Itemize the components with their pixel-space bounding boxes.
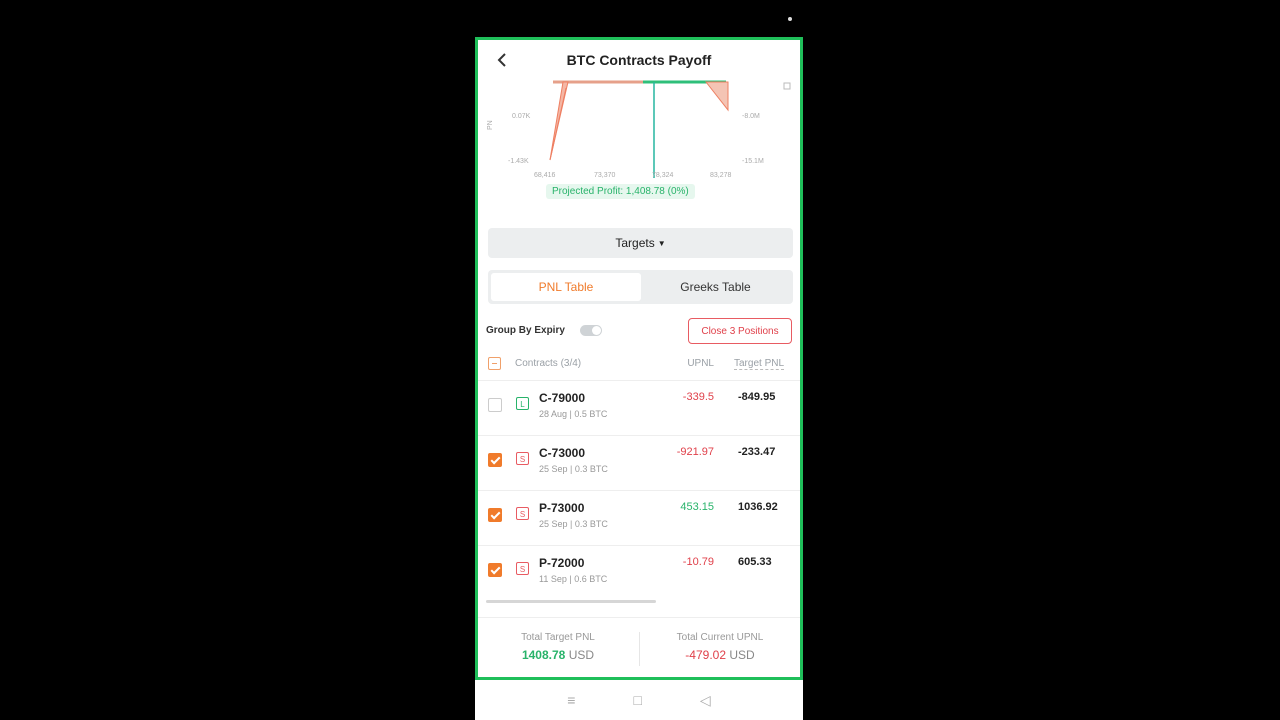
row-target-pnl: -233.47 <box>738 446 776 458</box>
contract-details: 11 Sep | 0.6 BTC <box>539 574 608 584</box>
contract-details: 28 Aug | 0.5 BTC <box>539 409 608 419</box>
horizontal-scrollbar[interactable] <box>486 600 656 603</box>
total-target-value: 1408.78 <box>521 648 566 662</box>
caret-down-icon: ▼ <box>657 239 666 248</box>
tab-pnl-table[interactable]: PNL Table <box>491 273 641 301</box>
header-target-pnl: Target PNL <box>734 358 785 370</box>
chart-x-tick-1: 68,416 <box>534 172 556 179</box>
status-dot <box>788 17 792 21</box>
total-current-value: -479.02 <box>685 648 726 662</box>
row-checkbox[interactable] <box>488 453 502 467</box>
row-checkbox[interactable] <box>488 398 502 412</box>
home-icon[interactable]: □ <box>633 692 641 708</box>
row-checkbox[interactable] <box>488 563 502 577</box>
payoff-chart[interactable]: PN 0.07K -1.43K -8.0M -15.1M 68,416 73,3… <box>478 80 800 198</box>
row-upnl: 453.15 <box>680 501 714 513</box>
row-checkbox[interactable] <box>488 508 502 522</box>
chart-fullscreen-icon[interactable] <box>783 82 791 90</box>
close-positions-button[interactable]: Close 3 Positions <box>688 318 792 344</box>
contract-name: P-73000 <box>539 501 585 515</box>
table-tabs: PNL Table Greeks Table <box>488 270 793 304</box>
chart-left-tick-1: 0.07K <box>512 113 531 120</box>
row-upnl: -339.5 <box>682 391 714 403</box>
table-row[interactable]: S P-73000 25 Sep | 0.3 BTC 453.15 1036.9… <box>478 490 800 546</box>
total-current-upnl: Total Current UPNL -479.02 USD <box>640 632 800 662</box>
chart-right-tick-1: -8.0M <box>742 113 760 120</box>
chart-axis-label: PN <box>487 120 494 130</box>
total-current-label: Total Current UPNL <box>676 632 764 643</box>
chart-right-tick-2: -15.1M <box>742 158 764 165</box>
system-nav-bar: ≡ □ ◁ <box>475 680 803 720</box>
table-row[interactable]: L C-79000 28 Aug | 0.5 BTC -339.5 -849.9… <box>478 380 800 436</box>
back-icon[interactable]: ◁ <box>700 692 711 709</box>
tab-greeks-table[interactable]: Greeks Table <box>641 273 790 301</box>
side-badge: S <box>516 562 529 575</box>
contract-details: 25 Sep | 0.3 BTC <box>539 464 608 474</box>
contract-details: 25 Sep | 0.3 BTC <box>539 519 608 529</box>
page-title: BTC Contracts Payoff <box>566 52 712 68</box>
select-all-checkbox[interactable] <box>488 357 501 370</box>
menu-icon[interactable]: ≡ <box>567 692 575 708</box>
targets-dropdown[interactable]: Targets ▼ <box>488 228 793 258</box>
total-target-unit: USD <box>568 648 595 662</box>
chart-loss-line-left <box>549 87 567 161</box>
header-contracts: Contracts (3/4) <box>515 358 582 369</box>
side-badge: S <box>516 452 529 465</box>
side-badge: S <box>516 507 529 520</box>
table-row[interactable]: S C-73000 25 Sep | 0.3 BTC -921.97 -233.… <box>478 435 800 491</box>
row-target-pnl: 605.33 <box>738 556 772 568</box>
projected-profit-badge: Projected Profit: 1,408.78 (0%) <box>546 184 695 199</box>
contract-name: C-73000 <box>539 446 586 460</box>
row-upnl: -921.97 <box>676 446 714 458</box>
chart-x-tick-2: 73,370 <box>594 172 616 179</box>
header-upnl: UPNL <box>687 358 714 369</box>
table-header: Contracts (3/4) UPNL Target PNL <box>478 355 800 375</box>
chart-left-tick-2: -1.43K <box>508 158 529 165</box>
contract-name: C-79000 <box>539 391 586 405</box>
targets-label: Targets <box>615 236 655 250</box>
total-target-pnl: Total Target PNL 1408.78 USD <box>478 632 638 662</box>
contract-name: P-72000 <box>539 556 585 570</box>
total-target-label: Total Target PNL <box>521 632 595 643</box>
total-current-unit: USD <box>729 648 755 662</box>
group-by-expiry-toggle[interactable] <box>580 325 602 336</box>
row-target-pnl: 1036.92 <box>738 501 778 513</box>
chart-x-tick-3: 78,324 <box>652 172 674 179</box>
group-by-expiry-label: Group By Expiry <box>486 325 565 336</box>
row-upnl: -10.79 <box>682 556 714 568</box>
totals-footer: Total Target PNL 1408.78 USD Total Curre… <box>478 617 800 677</box>
row-target-pnl: -849.95 <box>738 391 776 403</box>
app-screen: BTC Contracts Payoff PN 0.07K -1.43K -8.… <box>475 37 803 680</box>
chart-loss-area-right <box>704 81 729 112</box>
chart-x-tick-4: 83,278 <box>710 172 732 179</box>
table-row[interactable]: S P-72000 11 Sep | 0.6 BTC -10.79 605.33 <box>478 545 800 601</box>
side-badge: L <box>516 397 529 410</box>
